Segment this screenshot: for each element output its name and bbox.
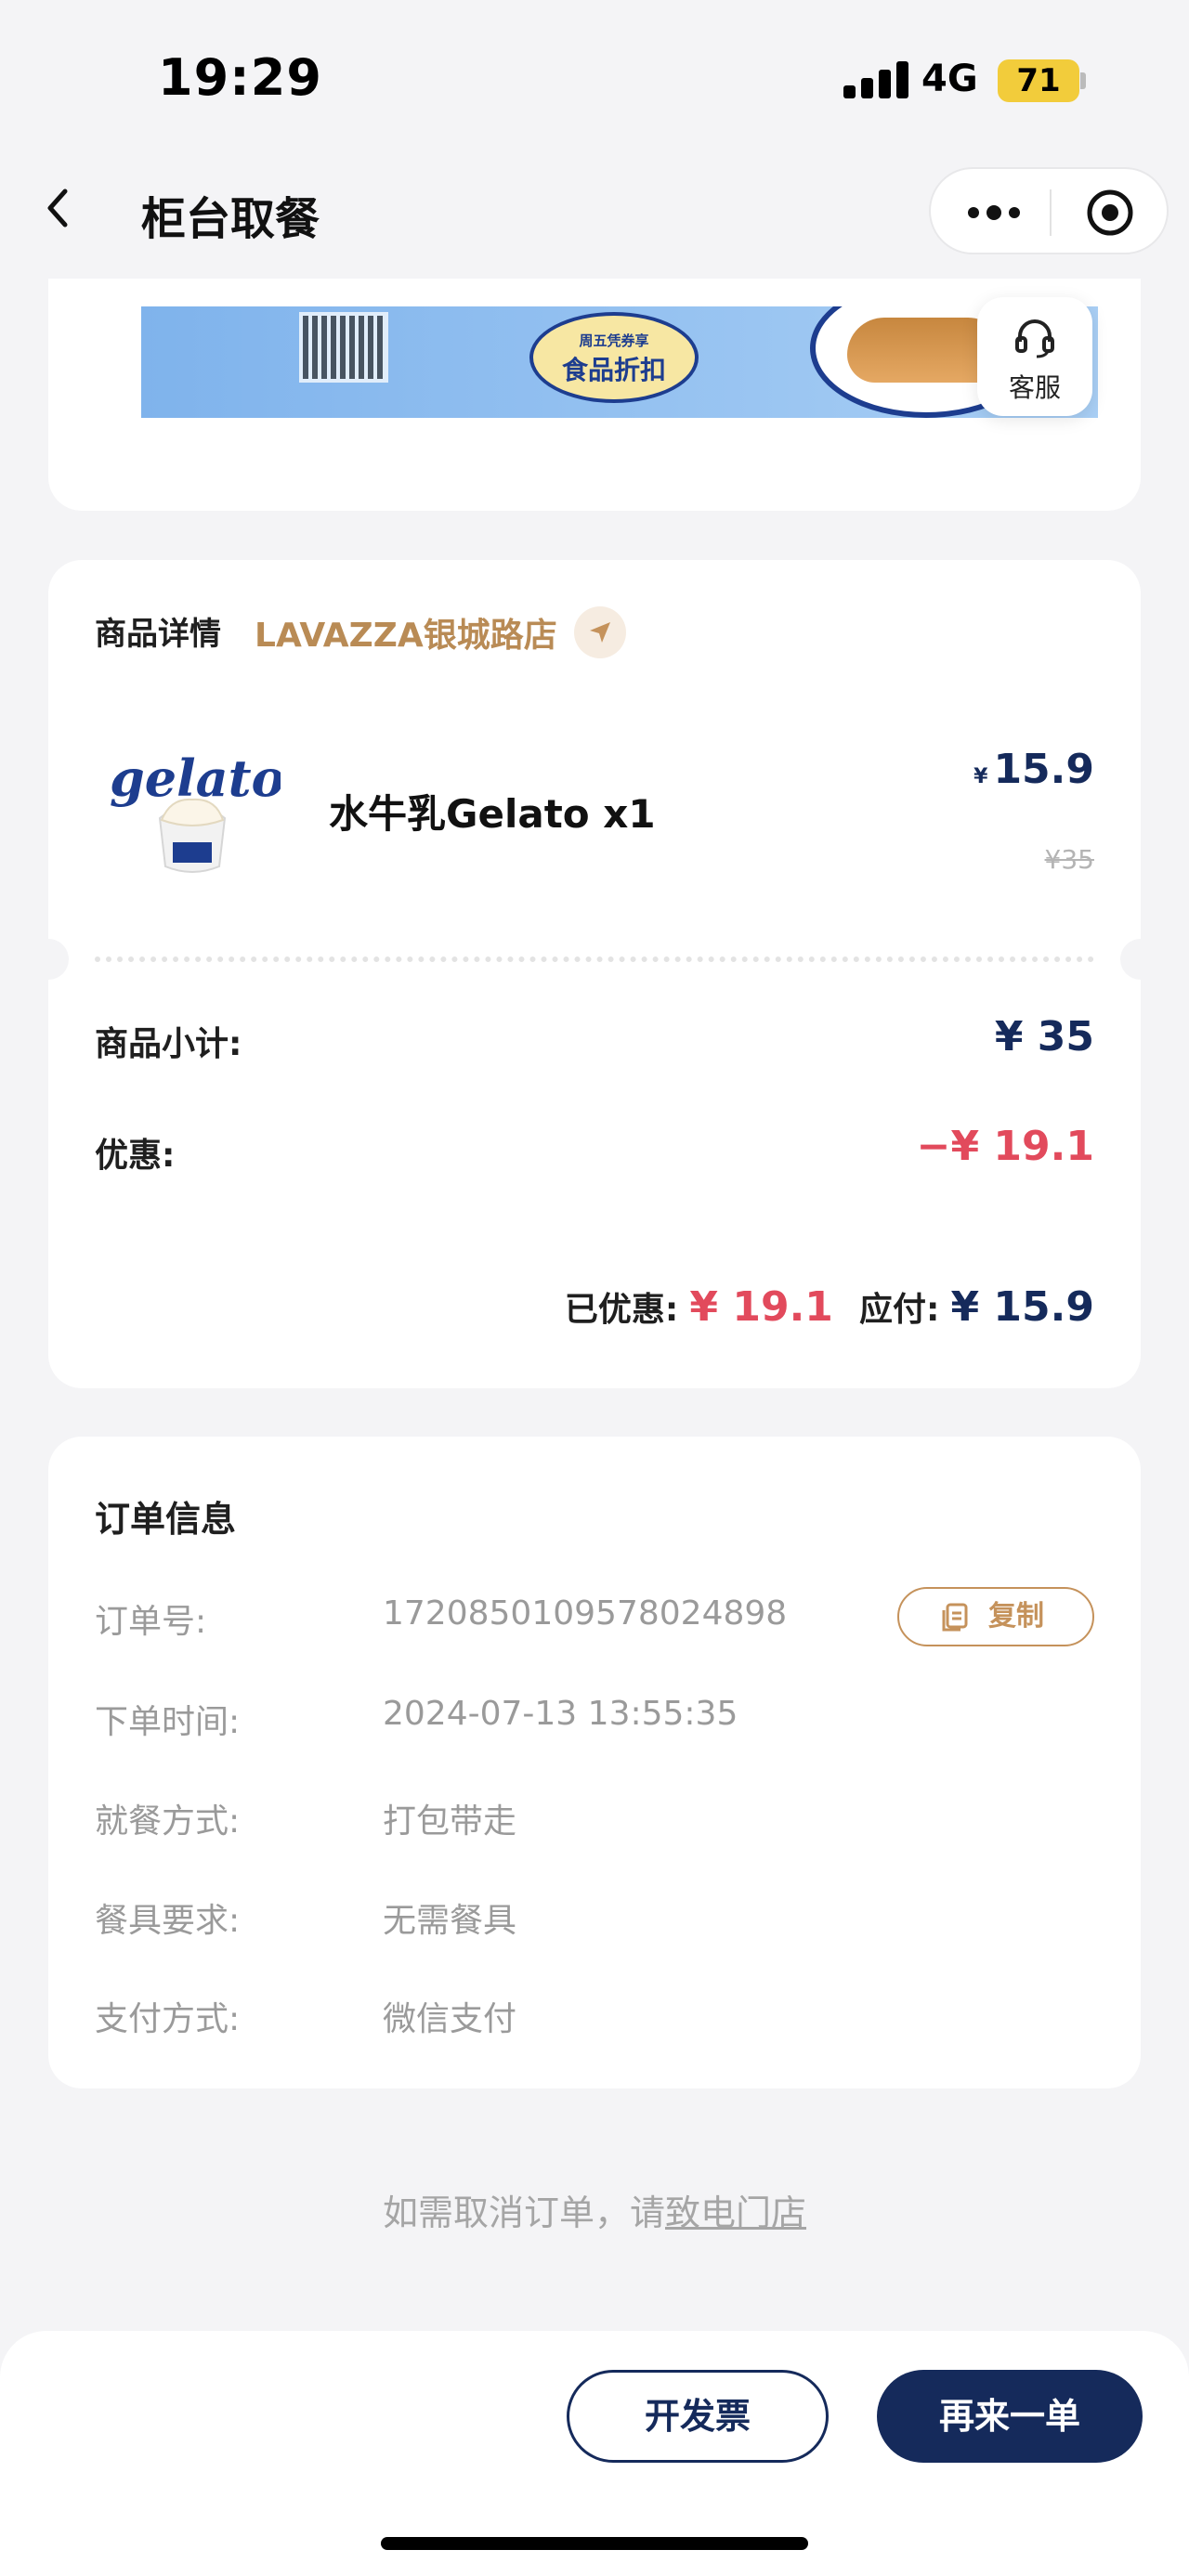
cancel-note: 如需取消订单，请致电门店	[0, 2184, 1189, 2235]
status-time: 19:29	[158, 48, 322, 107]
cancel-note-text: 如需取消订单，请	[382, 2192, 665, 2233]
home-indicator[interactable]	[381, 2537, 808, 2550]
payable-value: ¥ 15.9	[950, 1283, 1095, 1331]
store-name[interactable]: LAVAZZA银城路店	[255, 608, 557, 657]
qr-code-image	[299, 312, 388, 383]
status-bar: 19:29 4G 71	[0, 0, 1189, 158]
product-image: gelato	[104, 746, 285, 885]
customer-service-button[interactable]: 客服	[977, 297, 1092, 416]
product-name: 水牛乳Gelato x1	[329, 791, 656, 837]
order-time-value: 2024-07-13 13:55:35	[383, 1695, 738, 1733]
cutlery-value: 无需餐具	[383, 1902, 517, 1940]
product-price-value: 15.9	[993, 746, 1094, 793]
saved-value: ¥ 19.1	[689, 1283, 833, 1331]
call-store-link[interactable]: 致电门店	[665, 2192, 806, 2233]
battery-cap	[1080, 72, 1086, 89]
mini-program-capsule	[929, 167, 1169, 254]
page-title: 柜台取餐	[141, 193, 320, 245]
promo-badge: 周五凭券享 食品折扣	[529, 312, 699, 403]
navigation-arrow-icon	[590, 622, 610, 643]
subtotal-value: ¥ 35	[994, 1013, 1094, 1060]
store-navigation-button[interactable]	[574, 606, 626, 658]
copy-label: 复制	[988, 1600, 1044, 1633]
promo-line2: 食品折扣	[561, 355, 666, 385]
customer-service-label: 客服	[1008, 372, 1061, 403]
discount-label: 优惠:	[95, 1137, 176, 1175]
headset-icon	[1015, 319, 1054, 358]
order-number-label: 订单号:	[95, 1603, 207, 1641]
discount-value: −¥ 19.1	[916, 1123, 1094, 1170]
order-info-title: 订单信息	[95, 1499, 237, 1540]
back-button[interactable]	[32, 180, 87, 236]
ticket-notch-right	[1120, 939, 1161, 980]
product-price: ¥15.9	[973, 746, 1094, 793]
copy-icon	[942, 1603, 968, 1632]
signal-icon	[843, 61, 910, 98]
promo-line1: 周五凭券享	[579, 332, 649, 349]
order-number-value: 1720850109578024898	[383, 1594, 788, 1633]
order-time-label: 下单时间:	[95, 1703, 241, 1741]
product-original-price: ¥35	[1044, 844, 1094, 875]
network-type: 4G	[921, 58, 978, 100]
payment-summary: 已优惠: ¥ 19.1 应付: ¥ 15.9	[565, 1282, 1094, 1331]
currency-symbol: ¥	[973, 765, 988, 788]
reorder-button[interactable]: 再来一单	[877, 2370, 1143, 2463]
promo-banner[interactable]: 周五凭券享 食品折扣	[141, 306, 1098, 418]
cutlery-label: 餐具要求:	[95, 1902, 241, 1940]
dining-mode-label: 就餐方式:	[95, 1802, 241, 1841]
nav-bar: 柜台取餐	[0, 158, 1189, 262]
saved-label: 已优惠:	[564, 1291, 679, 1329]
battery-icon: 71	[998, 59, 1079, 102]
payment-method-value: 微信支付	[383, 2000, 517, 2038]
goods-heading: 商品详情	[95, 616, 221, 653]
close-mini-program-icon[interactable]	[1085, 188, 1135, 238]
ticket-notch-left	[28, 939, 69, 980]
dining-mode-value: 打包带走	[383, 1802, 517, 1841]
subtotal-label: 商品小计:	[95, 1025, 242, 1063]
goods-card: 商品详情 LAVAZZA银城路店 gelato 水牛乳Gelato x1 ¥15…	[28, 560, 1161, 1388]
payable-label: 应付:	[859, 1291, 940, 1329]
copy-button[interactable]: 复制	[897, 1587, 1094, 1646]
chevron-left-icon	[47, 189, 68, 228]
order-info-card: 订单信息 订单号: 1720850109578024898 复制 下单时间: 2…	[48, 1437, 1141, 2088]
more-icon[interactable]	[964, 188, 1024, 238]
payment-method-label: 支付方式:	[95, 2000, 241, 2038]
capsule-divider	[1050, 189, 1052, 236]
invoice-button[interactable]: 开发票	[567, 2370, 829, 2463]
dotted-divider	[95, 956, 1094, 962]
bottom-action-bar: 开发票 再来一单	[0, 2331, 1189, 2576]
